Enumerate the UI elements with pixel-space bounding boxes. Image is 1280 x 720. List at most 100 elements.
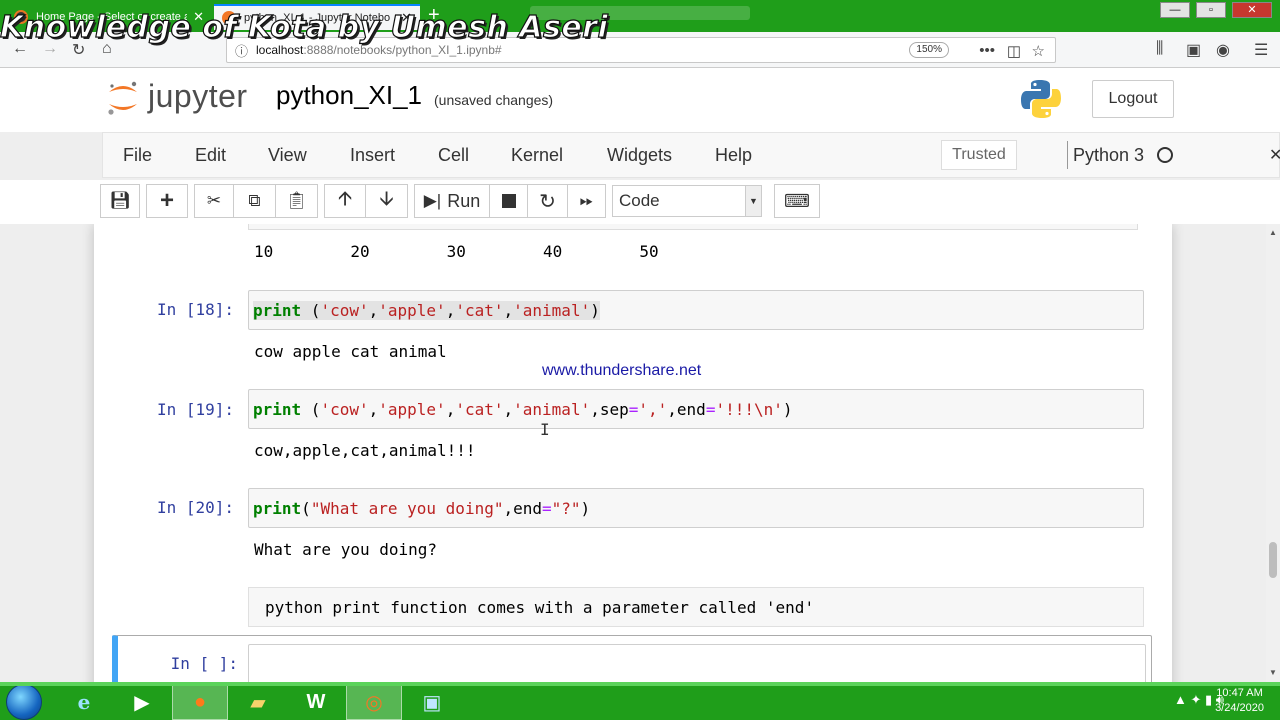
code-cell-input[interactable]: print ('cow','apple','cat','animal',sep=… (248, 389, 1144, 429)
chevron-down-icon: ▼ (745, 186, 761, 216)
step-forward-icon: ▶︎| (423, 191, 442, 210)
cell-prompt: In [18]: (156, 300, 234, 319)
markdown-text: python print function comes with a param… (265, 598, 815, 617)
hamburger-menu-icon[interactable]: ☰ (1254, 40, 1268, 60)
jupyter-brand: jupyter (148, 78, 248, 114)
jupyter-app-icon[interactable]: ◎ (346, 684, 402, 720)
menu-view[interactable]: View (268, 145, 307, 166)
account-icon[interactable]: ◉ (1216, 40, 1230, 60)
paste-icon: 📋︎ (285, 191, 308, 210)
restart-run-all-button[interactable]: ⏩︎ (568, 184, 606, 218)
insert-cell-button[interactable]: + (146, 184, 188, 218)
scroll-thumb[interactable] (1269, 542, 1277, 578)
watermark-link: www.thundershare.net (542, 362, 702, 379)
clock-date: 3/24/2020 (1215, 702, 1264, 714)
file-explorer-icon[interactable]: ▰ (230, 684, 286, 720)
library-icon[interactable]: ⫼ (1156, 40, 1163, 58)
word-icon[interactable]: W (288, 684, 344, 720)
page-scrollbar[interactable]: ▲ ▼ (1266, 224, 1280, 682)
internet-explorer-icon[interactable]: e (56, 684, 112, 720)
sidebar-icon[interactable]: ▣ (1186, 40, 1201, 60)
pocket-icon[interactable]: ◫ (1007, 42, 1021, 60)
cell-type-value: Code (619, 191, 660, 210)
copy-button[interactable]: ⧉ (234, 184, 276, 218)
trusted-indicator[interactable]: Trusted (941, 140, 1017, 170)
scroll-down-icon[interactable]: ▼ (1266, 666, 1280, 680)
close-icon[interactable]: ✕ (1269, 145, 1280, 165)
command-palette-button[interactable]: ⌨ (774, 184, 820, 218)
notebook-page: 10 20 30 40 50 In [18]: print ('cow','ap… (94, 224, 1172, 682)
code-text: print("What are you doing",end="?") (253, 499, 591, 518)
menu-file[interactable]: File (123, 145, 152, 166)
paste-button[interactable]: 📋︎ (276, 184, 318, 218)
kernel-separator (1067, 141, 1068, 169)
code-cell-input[interactable]: print("What are you doing",end="?") (248, 488, 1144, 528)
code-text: print ('cow','apple','cat','animal',sep=… (253, 400, 793, 419)
cell-output: cow apple cat animal (254, 342, 447, 361)
zoom-level[interactable]: 150% (909, 42, 949, 58)
jupyter-logo-icon[interactable] (106, 78, 140, 118)
notebook-menubar: File Edit View Insert Cell Kernel Widget… (102, 132, 1280, 178)
move-up-button[interactable]: 🡩 (324, 184, 366, 218)
kernel-name[interactable]: Python 3 (1073, 145, 1144, 166)
scissors-icon: ✂ (206, 191, 222, 210)
cell-output: 10 20 30 40 50 (254, 242, 659, 261)
fast-forward-icon: ⏩︎ (579, 191, 594, 210)
cell-type-select[interactable]: Code ▼ (612, 185, 762, 217)
run-button[interactable]: ▶︎| Run (414, 184, 490, 218)
menu-kernel[interactable]: Kernel (511, 145, 563, 166)
interrupt-button[interactable] (490, 184, 528, 218)
minimize-icon[interactable]: — (1160, 2, 1190, 18)
windows-taskbar: e ▶ ● ▰ W ◎ ▣ ▲ ✦ ▮ 🔊︎ 10:47 AM 3/24/202… (0, 682, 1280, 720)
firefox-icon[interactable]: ● (172, 684, 228, 720)
plus-icon: + (159, 187, 174, 214)
cell-output: cow,apple,cat,animal!!! (254, 441, 476, 460)
page-actions-icon[interactable]: ••• (979, 42, 995, 59)
screen-recorder-icon[interactable]: ▣ (404, 684, 460, 720)
cut-button[interactable]: ✂ (194, 184, 234, 218)
arrow-up-icon: 🡩 (337, 188, 353, 210)
code-cell-input[interactable]: print ('cow','apple','cat','animal') (248, 290, 1144, 330)
notebook-toolbar: 💾︎ + ✂ ⧉ 📋︎ 🡩 🡫 ▶︎| Run ↻ ⏩︎ Code ▼ ⌨ (0, 180, 1280, 224)
start-button[interactable] (6, 684, 42, 720)
mouse-cursor-icon: I (540, 420, 550, 439)
menu-edit[interactable]: Edit (195, 145, 226, 166)
restart-button[interactable]: ↻ (528, 184, 568, 218)
run-label: Run (447, 190, 481, 211)
save-status: (unsaved changes) (434, 92, 554, 108)
bookmark-star-icon[interactable]: ☆ (1032, 42, 1045, 60)
move-down-button[interactable]: 🡫 (366, 184, 408, 218)
notebook-title[interactable]: python_XI_1 (276, 80, 422, 111)
keyboard-icon: ⌨ (784, 190, 810, 211)
cell-prompt: In [ ]: (170, 654, 238, 673)
notebook-area: 10 20 30 40 50 In [18]: print ('cow','ap… (0, 224, 1280, 682)
restart-icon: ↻ (539, 190, 556, 213)
kernel-idle-icon (1157, 147, 1173, 163)
menu-widgets[interactable]: Widgets (607, 145, 672, 166)
maximize-icon[interactable]: ▫ (1196, 2, 1226, 18)
taskbar-clock[interactable]: 10:47 AM 3/24/2020 (1215, 686, 1264, 716)
scroll-up-icon[interactable]: ▲ (1266, 226, 1280, 240)
close-window-icon[interactable]: ✕ (1232, 2, 1272, 18)
clock-time: 10:47 AM (1216, 687, 1263, 699)
previous-cell-edge (248, 224, 1138, 230)
markdown-cell[interactable]: python print function comes with a param… (248, 587, 1144, 627)
cell-prompt: In [19]: (156, 400, 234, 419)
save-button[interactable]: 💾︎ (100, 184, 140, 218)
menu-help[interactable]: Help (715, 145, 752, 166)
media-player-icon[interactable]: ▶ (114, 684, 170, 720)
menu-insert[interactable]: Insert (350, 145, 395, 166)
taskbar-top-edge (0, 682, 1280, 686)
url-path: :8888/notebooks/python_XI_1.ipynb# (303, 43, 502, 57)
menu-cell[interactable]: Cell (438, 145, 469, 166)
arrow-down-icon: 🡫 (379, 188, 394, 210)
stop-icon (501, 194, 516, 208)
cell-prompt: In [20]: (156, 498, 234, 517)
video-watermark: Knowledge of Kota by Umesh Aseri (0, 9, 609, 45)
logout-button[interactable]: Logout (1092, 80, 1174, 118)
url-host: localhost (256, 43, 304, 57)
active-code-cell[interactable]: In [ ]: (112, 635, 1152, 682)
window-controls: — ▫ ✕ (1160, 2, 1272, 18)
python-logo-icon (1021, 80, 1061, 118)
code-cell-input[interactable] (248, 644, 1146, 682)
